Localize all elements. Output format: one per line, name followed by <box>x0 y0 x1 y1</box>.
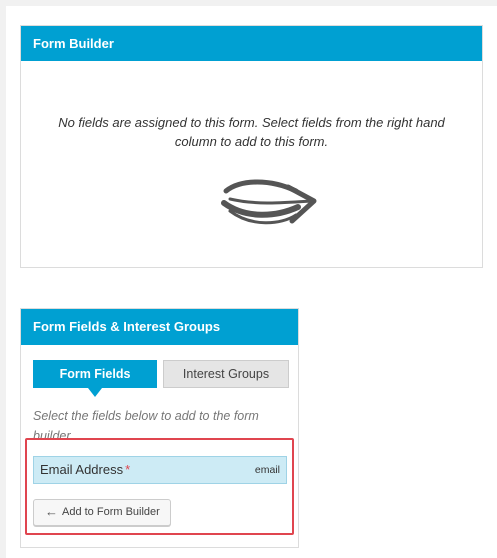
empty-builder-message: No fields are assigned to this form. Sel… <box>21 61 482 151</box>
page: Form Builder No fields are assigned to t… <box>0 0 497 558</box>
form-builder-title: Form Builder <box>21 26 482 61</box>
highlight-annotation-box <box>25 438 294 535</box>
empty-message-line-2: column to add to this form. <box>174 134 329 149</box>
tab-form-fields[interactable]: Form Fields <box>33 360 157 397</box>
empty-message-line-1: No fields are assigned to this form. Sel… <box>58 115 445 130</box>
tab-interest-groups[interactable]: Interest Groups <box>163 360 289 388</box>
form-builder-panel: Form Builder No fields are assigned to t… <box>20 25 483 268</box>
form-fields-panel-title: Form Fields & Interest Groups <box>21 309 298 345</box>
fields-tabs: Form Fields Interest Groups <box>33 360 289 397</box>
curved-right-arrow-icon <box>221 179 317 225</box>
